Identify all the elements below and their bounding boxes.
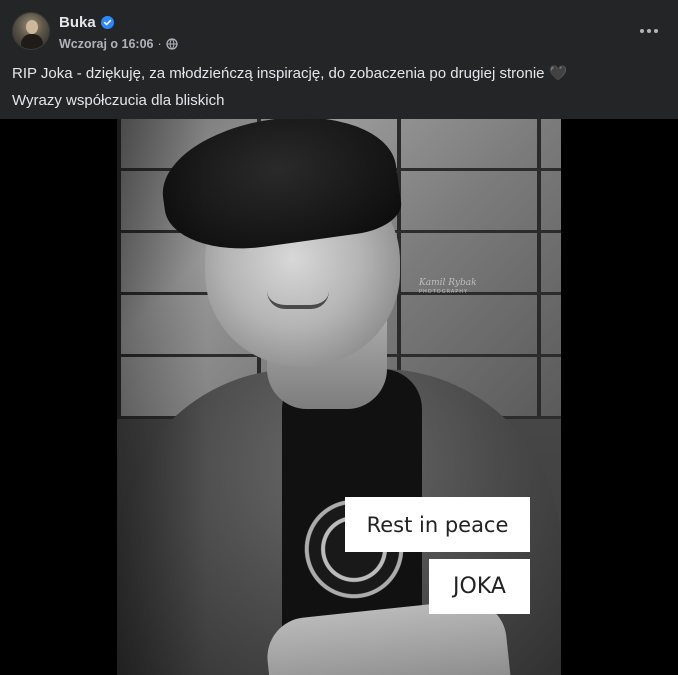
avatar-body (21, 34, 43, 49)
post-text: RIP Joka - dziękuję, za młodzieńczą insp… (12, 60, 662, 114)
photo-shadow (117, 119, 207, 675)
globe-icon[interactable] (166, 38, 178, 50)
post-meta: Wczoraj o 16:06 · (59, 36, 178, 52)
watermark-sub: PHOTOGRAPHY (419, 289, 469, 295)
post-text-line: RIP Joka - dziękuję, za młodzieńczą insp… (12, 65, 568, 82)
post-text-line: Wyrazy współczucia dla bliskich (12, 92, 225, 109)
author-name[interactable]: Buka (59, 14, 96, 31)
avatar-head (26, 20, 38, 34)
caption-name: JOKA (429, 559, 530, 614)
caption-rest-in-peace: Rest in peace (345, 497, 530, 552)
author-avatar[interactable] (12, 12, 50, 50)
post-timestamp[interactable]: Wczoraj o 16:06 (59, 37, 153, 51)
post-media[interactable]: Kamil Rybak PHOTOGRAPHY Rest in peace JO… (0, 119, 678, 675)
more-options-button[interactable] (634, 16, 664, 46)
more-dots-icon (640, 29, 658, 33)
watermark-script: Kamil Rybak (419, 278, 477, 288)
post-header: Buka Wczoraj o 16:06 · (0, 0, 678, 60)
mouth-shape (267, 291, 329, 309)
meta-separator: · (157, 37, 162, 51)
author-row: Buka (59, 13, 114, 31)
photo-watermark: Kamil Rybak PHOTOGRAPHY (419, 279, 477, 297)
verified-badge-icon (100, 15, 114, 29)
post-photo[interactable]: Kamil Rybak PHOTOGRAPHY Rest in peace JO… (117, 119, 561, 675)
